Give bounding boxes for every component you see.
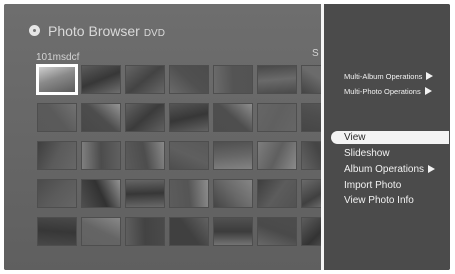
operations-menu: Multi-Album Operations Multi-Photo Opera…	[324, 4, 450, 270]
photo-thumbnail[interactable]	[257, 65, 297, 94]
menu-item-slideshow[interactable]: Slideshow	[344, 148, 390, 159]
menu-item-label: Album Operations	[344, 164, 425, 175]
photo-thumbnail[interactable]	[169, 141, 209, 170]
disc-icon	[29, 25, 40, 36]
menu-item-label: Import Photo	[344, 180, 402, 191]
menu-item-multi-album-operations[interactable]: Multi-Album Operations	[344, 72, 434, 81]
photo-thumbnail[interactable]	[213, 217, 253, 246]
photo-thumbnail[interactable]	[169, 217, 209, 246]
photo-thumbnail[interactable]	[37, 141, 77, 170]
menu-item-label: Multi-Photo Operations	[344, 87, 421, 96]
photo-thumbnail[interactable]	[37, 103, 77, 132]
photo-thumbnail[interactable]	[37, 65, 77, 94]
submenu-arrow-icon	[428, 165, 436, 173]
menu-item-multi-photo-operations[interactable]: Multi-Photo Operations	[344, 87, 432, 96]
app-title-text: Photo Browser	[48, 23, 140, 39]
photo-thumbnail[interactable]	[81, 103, 121, 132]
folder-name: 101msdcf	[36, 52, 80, 63]
menu-item-album-operations[interactable]: Album Operations	[344, 164, 436, 175]
menu-item-import-photo[interactable]: Import Photo	[344, 180, 401, 191]
photo-browser-pane: Photo Browser DVD 101msdcf S	[4, 4, 341, 270]
photo-thumbnail[interactable]	[169, 103, 209, 132]
photo-thumbnail[interactable]	[125, 103, 165, 132]
photo-thumbnail[interactable]	[257, 141, 297, 170]
photo-thumbnail[interactable]	[257, 217, 297, 246]
photo-thumbnail[interactable]	[257, 179, 297, 208]
menu-item-label: View	[344, 132, 366, 143]
photo-thumbnail[interactable]	[37, 217, 77, 246]
photo-thumbnail[interactable]	[81, 65, 121, 94]
photo-thumbnail[interactable]	[81, 179, 121, 208]
photo-thumbnail[interactable]	[37, 179, 77, 208]
photo-thumbnail[interactable]	[213, 65, 253, 94]
page-title: Photo Browser DVD	[48, 23, 165, 39]
photo-thumbnail[interactable]	[257, 103, 297, 132]
photo-thumbnail[interactable]	[125, 65, 165, 94]
photo-thumbnail[interactable]	[169, 65, 209, 94]
photo-browser-screen: Photo Browser DVD 101msdcf S Multi-Album …	[4, 4, 450, 270]
menu-item-label: Multi-Album Operations	[344, 72, 423, 81]
photo-thumbnail[interactable]	[81, 217, 121, 246]
menu-item-view-photo-info[interactable]: View Photo Info	[344, 195, 414, 206]
photo-thumbnail[interactable]	[125, 141, 165, 170]
source-label: DVD	[143, 28, 165, 39]
photo-thumbnail[interactable]	[213, 103, 253, 132]
photo-thumbnail[interactable]	[169, 179, 209, 208]
truncated-label: S	[312, 48, 319, 59]
photo-thumbnail[interactable]	[125, 217, 165, 246]
photo-thumbnail[interactable]	[125, 179, 165, 208]
submenu-arrow-icon	[424, 87, 432, 95]
menu-item-view[interactable]: View	[331, 131, 449, 144]
submenu-arrow-icon	[426, 72, 434, 80]
menu-item-label: Slideshow	[344, 148, 390, 159]
photo-thumbnail[interactable]	[213, 141, 253, 170]
photo-thumbnail[interactable]	[213, 179, 253, 208]
menu-item-label: View Photo Info	[344, 195, 414, 206]
photo-thumbnail[interactable]	[81, 141, 121, 170]
